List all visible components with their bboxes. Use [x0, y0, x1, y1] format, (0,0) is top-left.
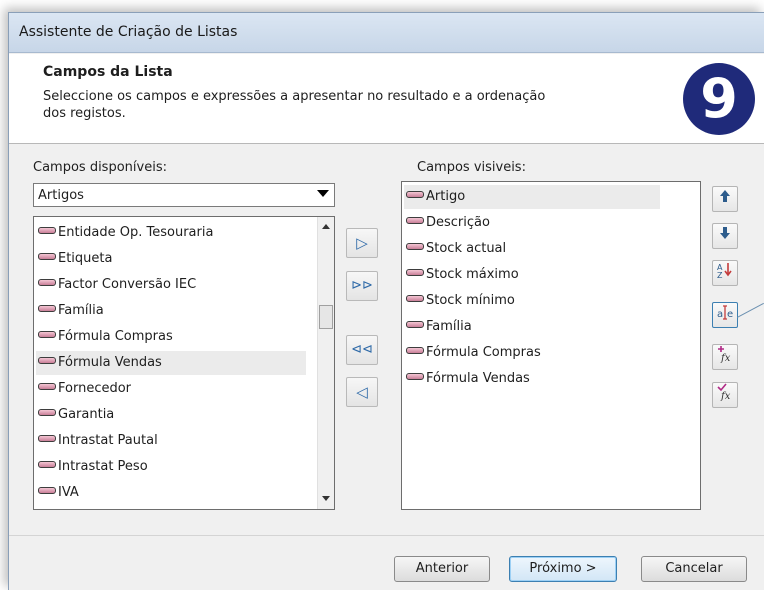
next-button-label: Próximo > — [529, 561, 597, 576]
list-item[interactable]: Intrastat Peso — [36, 455, 148, 479]
field-icon — [38, 409, 56, 416]
next-button[interactable]: Próximo > — [509, 556, 617, 582]
scroll-down-icon[interactable] — [322, 496, 330, 501]
edit-expression-button[interactable]: fx — [712, 382, 738, 408]
field-icon — [38, 357, 56, 364]
chevron-down-icon[interactable] — [317, 190, 329, 197]
category-select[interactable]: Artigos — [33, 183, 335, 207]
wizard-window: Assistente de Criação de Listas Campos d… — [8, 12, 764, 590]
field-icon — [38, 227, 56, 234]
page-description: Seleccione os campos e expressões a apre… — [43, 89, 546, 121]
cancel-button[interactable]: Cancelar — [641, 556, 747, 582]
arrow-down-icon — [720, 227, 730, 239]
add-field-button[interactable]: ▷ — [346, 228, 378, 258]
scroll-up-icon[interactable] — [322, 224, 330, 229]
window-title: Assistente de Criação de Listas — [19, 24, 238, 40]
wizard-header: Campos da Lista Seleccione os campos e e… — [9, 54, 764, 144]
list-item[interactable]: Fórmula Compras — [404, 341, 541, 365]
svg-text:e: e — [727, 309, 733, 320]
list-item-selected[interactable]: Fórmula Vendas — [36, 351, 306, 375]
sort-icon: A Z — [717, 263, 732, 280]
add-expression-icon: fx — [718, 346, 731, 364]
field-icon — [406, 243, 424, 250]
list-item[interactable]: IVA — [36, 481, 79, 505]
logo-digit: 9 — [700, 67, 738, 130]
svg-text:Z: Z — [717, 271, 723, 279]
available-fields-list[interactable]: Entidade Op. Tesouraria Etiqueta Factor … — [33, 216, 335, 510]
move-up-button[interactable] — [712, 186, 738, 212]
visible-fields-label: Campos visiveis: — [417, 160, 526, 175]
remove-field-button[interactable]: ◁ — [346, 377, 378, 407]
rename-icon: a e — [717, 305, 733, 320]
cancel-button-label: Cancelar — [665, 561, 723, 576]
list-item[interactable]: Stock máximo — [404, 263, 519, 287]
edit-expression-icon: fx — [717, 383, 731, 402]
list-item[interactable]: Família — [404, 315, 472, 339]
add-all-fields-button[interactable]: ⊳⊳ — [346, 271, 378, 301]
list-item-selected[interactable]: Artigo — [404, 185, 660, 209]
field-icon — [406, 191, 424, 198]
remove-all-fields-button[interactable]: ⊲⊲ — [346, 335, 378, 365]
svg-text:a: a — [717, 309, 723, 320]
list-item[interactable]: Fórmula Vendas — [404, 367, 530, 391]
rename-field-button[interactable]: a e — [712, 302, 738, 328]
back-button-label: Anterior — [415, 561, 469, 576]
list-item[interactable]: Intrastat Pautal — [36, 429, 158, 453]
field-icon — [38, 461, 56, 468]
list-item[interactable]: Descrição — [404, 211, 490, 235]
list-item[interactable]: Entidade Op. Tesouraria — [36, 221, 213, 245]
list-item[interactable]: Stock actual — [404, 237, 506, 261]
field-icon — [38, 305, 56, 312]
wizard-footer: Anterior Próximo > Cancelar — [9, 535, 764, 590]
callout-line — [737, 302, 764, 318]
field-icon — [406, 295, 424, 302]
list-item[interactable]: Etiqueta — [36, 247, 112, 271]
field-icon — [38, 435, 56, 442]
arrow-up-icon — [720, 190, 730, 202]
scroll-thumb[interactable] — [319, 305, 333, 329]
list-item[interactable]: Garantia — [36, 403, 114, 427]
field-icon — [38, 253, 56, 260]
field-icon — [406, 347, 424, 354]
visible-fields-list[interactable]: Artigo Descrição Stock actual Stock máxi… — [401, 181, 701, 510]
category-select-value: Artigos — [38, 188, 84, 203]
field-icon — [38, 331, 56, 338]
list-item[interactable]: Fornecedor — [36, 377, 131, 401]
available-fields-label: Campos disponíveis: — [33, 160, 167, 175]
back-button[interactable]: Anterior — [394, 556, 490, 582]
field-icon — [406, 373, 424, 380]
app-logo: 9 — [683, 63, 755, 135]
sort-button[interactable]: A Z — [712, 260, 738, 286]
add-expression-button[interactable]: fx — [712, 344, 738, 370]
list-item[interactable]: Fórmula Compras — [36, 325, 173, 349]
field-icon — [38, 279, 56, 286]
vertical-scrollbar[interactable] — [317, 217, 334, 509]
svg-text:fx: fx — [720, 353, 731, 363]
svg-text:fx: fx — [720, 391, 731, 401]
field-icon — [38, 487, 56, 494]
move-down-button[interactable] — [712, 223, 738, 249]
field-icon — [406, 217, 424, 224]
page-title: Campos da Lista — [43, 64, 173, 80]
list-item[interactable]: Família — [36, 299, 104, 323]
field-icon — [406, 269, 424, 276]
field-icon — [38, 383, 56, 390]
title-bar: Assistente de Criação de Listas — [9, 13, 764, 53]
field-icon — [406, 321, 424, 328]
list-item[interactable]: Factor Conversão IEC — [36, 273, 196, 297]
list-item[interactable]: Stock mínimo — [404, 289, 515, 313]
